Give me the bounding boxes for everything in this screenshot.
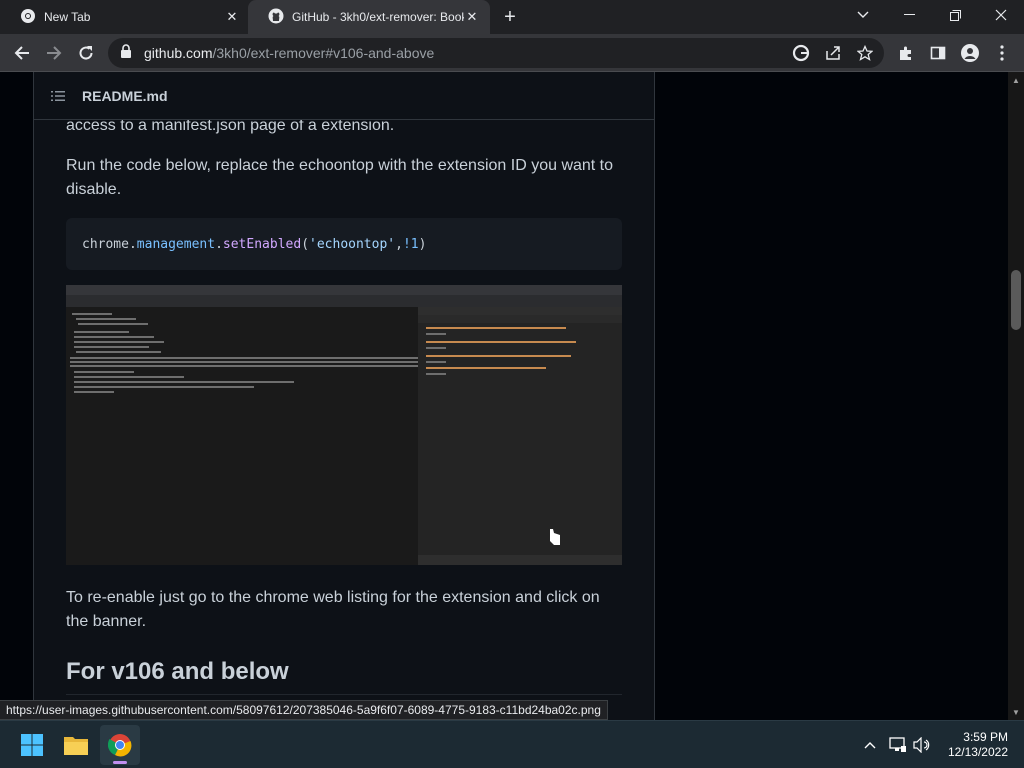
code-token: management (136, 236, 216, 252)
scroll-down-arrow[interactable]: ▼ (1008, 704, 1024, 720)
google-lens-icon[interactable] (790, 42, 812, 64)
start-button[interactable] (12, 725, 52, 765)
forward-button[interactable] (40, 39, 68, 67)
close-icon[interactable]: ✕ (224, 9, 240, 25)
network-icon[interactable] (888, 735, 908, 755)
side-panel-icon[interactable] (924, 39, 952, 67)
browser-toolbar: github.com/3kh0/ext-remover#v106-and-abo… (0, 34, 1024, 72)
chevron-up-icon[interactable] (860, 735, 880, 755)
tab-title: GitHub - 3kh0/ext-remover: Bookmarklet t… (292, 10, 464, 24)
code-token: , (395, 236, 403, 252)
share-icon[interactable] (822, 42, 844, 64)
list-icon[interactable] (50, 88, 66, 104)
vertical-scrollbar[interactable]: ▲ ▼ (1008, 72, 1024, 720)
readme-container: README.md access to a manifest.json page… (33, 72, 655, 720)
file-explorer-icon[interactable] (56, 725, 96, 765)
clock-time: 3:59 PM (963, 730, 1008, 744)
url-host: github.com (144, 45, 213, 61)
scroll-thumb[interactable] (1011, 270, 1021, 330)
code-block[interactable]: chrome. management. setEnabled('echoontop'… (66, 218, 622, 270)
minimize-button[interactable] (886, 0, 932, 30)
scroll-up-arrow[interactable]: ▲ (1008, 72, 1024, 88)
close-icon[interactable]: ✕ (464, 9, 480, 25)
section-heading: For v106 and below (66, 658, 289, 685)
volume-icon[interactable] (912, 735, 932, 755)
tab-new-tab[interactable]: New Tab ✕ (0, 0, 250, 34)
heading-divider (66, 694, 622, 695)
code-token: . (215, 236, 223, 252)
devtools-screenshot-image[interactable] (66, 285, 622, 565)
bookmark-star-icon[interactable] (854, 42, 876, 64)
new-tab-button[interactable]: + (498, 5, 522, 29)
tab-strip: New Tab ✕ GitHub - 3kh0/ext-remover: Boo… (0, 0, 1024, 34)
address-bar[interactable]: github.com/3kh0/ext-remover#v106-and-abo… (108, 38, 884, 68)
code-token: chrome. (82, 236, 137, 252)
readme-header: README.md (34, 72, 654, 120)
code-token: 'echoontop' (309, 236, 396, 252)
active-app-indicator (113, 761, 127, 764)
reload-button[interactable] (72, 39, 100, 67)
url-path: /3kh0/ext-remover#v106-and-above (212, 45, 435, 61)
code-token: !1 (402, 236, 419, 252)
profile-avatar-icon[interactable] (956, 39, 984, 67)
system-clock[interactable]: 3:59 PM 12/13/2022 (944, 730, 1008, 760)
status-bar-url: https://user-images.githubusercontent.co… (0, 700, 608, 720)
chrome-icon (20, 8, 36, 27)
extensions-icon[interactable] (892, 39, 920, 67)
menu-kebab-icon[interactable] (988, 39, 1016, 67)
url-text: github.com/3kh0/ext-remover#v106-and-abo… (144, 45, 434, 61)
code-token: setEnabled (222, 236, 302, 252)
tab-search-icon[interactable] (840, 0, 886, 30)
paragraph-reenable: To re-enable just go to the chrome web l… (66, 589, 600, 630)
tab-github[interactable]: GitHub - 3kh0/ext-remover: Bookmarklet t… (248, 0, 490, 34)
code-token: ( (301, 236, 310, 252)
page-viewport: README.md access to a manifest.json page… (0, 72, 1008, 720)
close-window-button[interactable] (978, 0, 1024, 30)
paragraph-run-code: Run the code below, replace the echoonto… (66, 157, 614, 198)
github-icon (268, 8, 284, 27)
restore-button[interactable] (932, 0, 978, 30)
readme-filename: README.md (82, 87, 168, 104)
taskbar: 3:59 PM 12/13/2022 (0, 720, 1024, 768)
code-token: ) (418, 236, 427, 252)
clock-date: 12/13/2022 (947, 745, 1008, 759)
back-button[interactable] (8, 39, 36, 67)
lock-icon[interactable] (120, 43, 132, 63)
tab-title: New Tab (44, 10, 91, 24)
chrome-taskbar-icon[interactable] (100, 725, 140, 765)
